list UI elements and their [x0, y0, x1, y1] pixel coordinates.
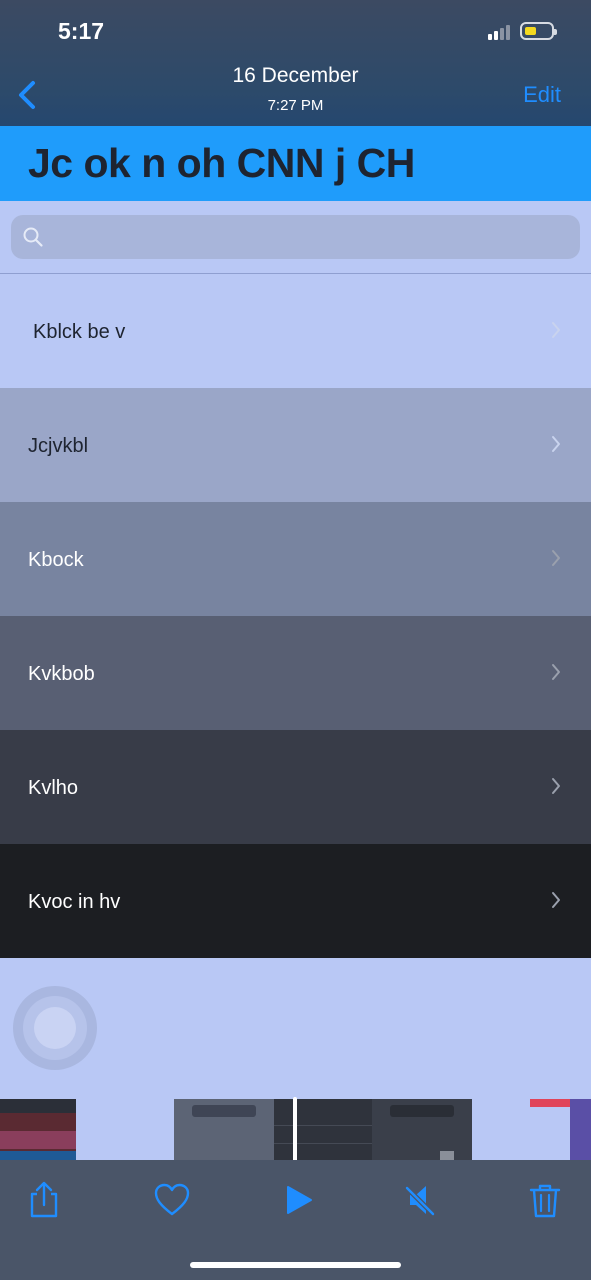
list-item-label: Kvlho — [28, 777, 79, 799]
search-field[interactable] — [11, 215, 580, 259]
film-frame — [570, 1099, 591, 1160]
chevron-right-icon — [552, 664, 560, 680]
edit-button[interactable]: Edit — [523, 82, 561, 108]
trash-icon[interactable] — [525, 1180, 565, 1220]
film-frame — [372, 1099, 472, 1160]
film-frame — [472, 1099, 570, 1160]
list-item-label: Kbock — [28, 549, 84, 571]
chevron-right-icon — [552, 892, 560, 908]
page-header: Jc ok n oh CNN j CH — [0, 126, 591, 201]
film-frame — [0, 1099, 76, 1160]
nav-time: 7:27 PM — [267, 97, 324, 114]
cellular-signal-icon — [488, 24, 514, 40]
battery-icon — [520, 22, 557, 40]
list-item[interactable]: Kbock — [0, 502, 591, 616]
film-frame — [174, 1099, 274, 1160]
chevron-right-icon — [552, 322, 560, 338]
list-item[interactable]: Kvoc in hv — [0, 844, 591, 958]
top-bar: 5:17 16 December 7:27 PM Edit — [0, 0, 591, 126]
list-item[interactable]: Kvlho — [0, 730, 591, 844]
film-frame — [274, 1099, 372, 1160]
nav-date: 16 December — [232, 64, 359, 87]
heart-icon[interactable] — [152, 1180, 192, 1220]
list-item[interactable]: Jcjvkbl — [0, 388, 591, 502]
chevron-right-icon — [552, 550, 560, 566]
content-area: Kblck be v Jcjvkbl Kbock Kvkbob Kvlho Kvoc in… — [0, 201, 591, 1099]
list-item-label: Kblck be v — [33, 321, 126, 343]
status-time: 5:17 — [58, 18, 105, 44]
list-item[interactable]: Kvkbob — [0, 616, 591, 730]
item-list: Kblck be v Jcjvkbl Kbock Kvkbob Kvlho Kvoc in… — [0, 274, 591, 958]
playhead[interactable] — [293, 1097, 297, 1162]
list-item-label: Jcjvkbl — [28, 435, 89, 457]
assistive-touch-button[interactable] — [13, 986, 97, 1070]
chevron-right-icon — [552, 778, 560, 794]
list-item-label: Kvoc in hv — [28, 891, 121, 913]
play-icon[interactable] — [278, 1180, 318, 1220]
list-item-label: Kvkbob — [28, 663, 95, 685]
share-icon[interactable] — [24, 1180, 64, 1220]
list-item[interactable]: Kblck be v — [0, 274, 591, 388]
mute-icon[interactable] — [401, 1180, 441, 1220]
page-title: Jc ok n oh CNN j CH — [28, 140, 415, 186]
search-icon — [23, 227, 43, 247]
home-indicator[interactable] — [190, 1262, 401, 1268]
film-frame — [76, 1099, 174, 1160]
chevron-right-icon — [552, 436, 560, 452]
